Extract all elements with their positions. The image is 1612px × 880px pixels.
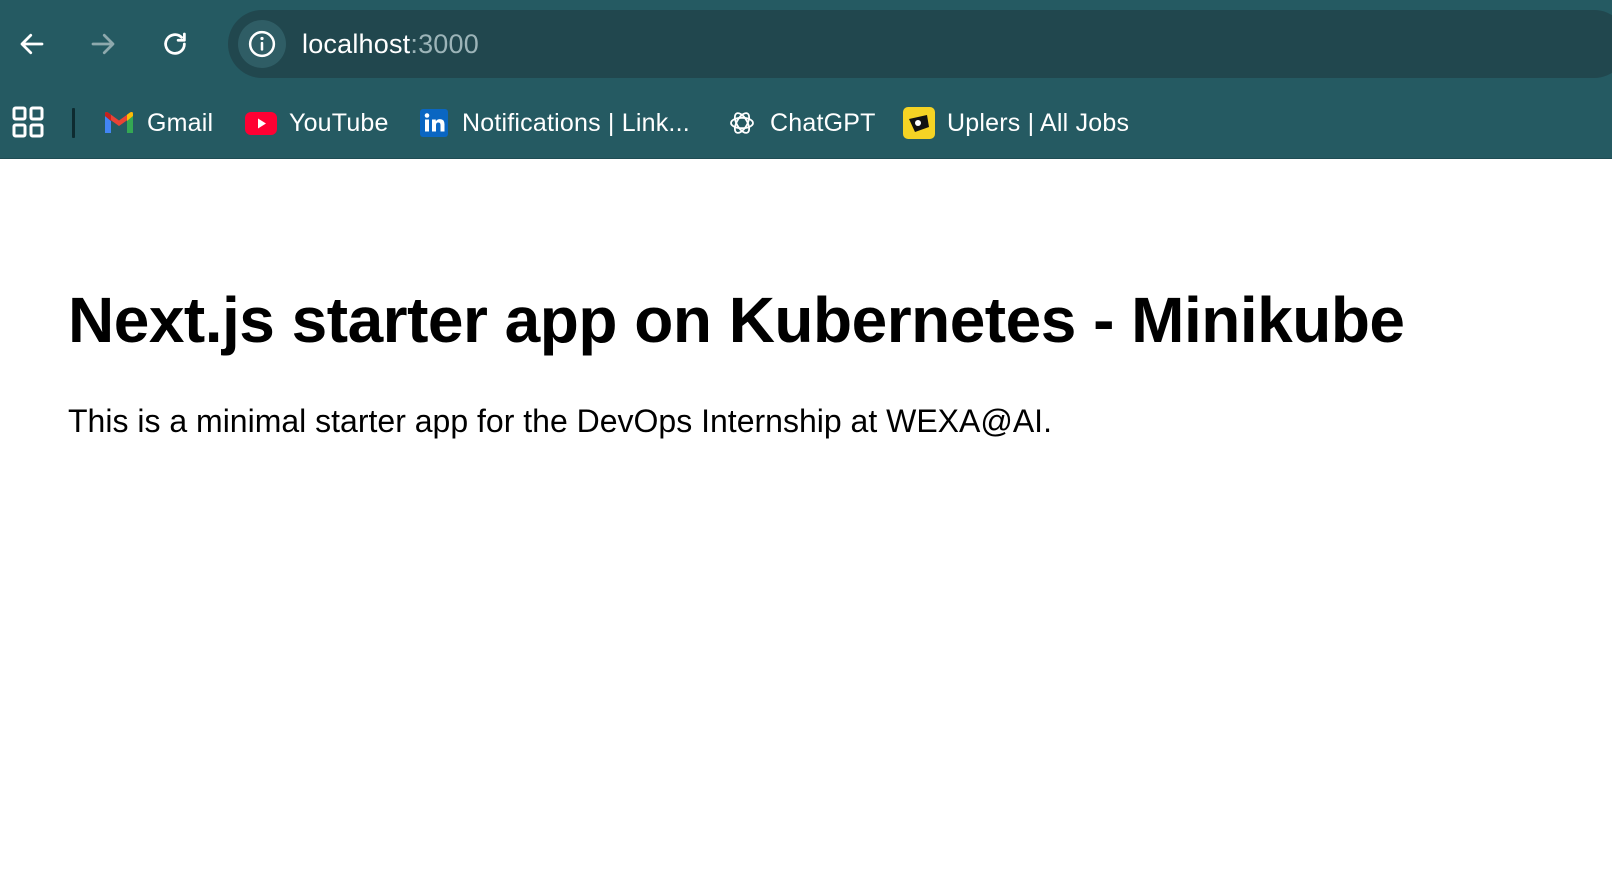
page-content: Next.js starter app on Kubernetes - Mini…	[0, 159, 1612, 880]
uplers-icon	[903, 107, 935, 139]
chatgpt-icon	[726, 107, 758, 139]
url-text[interactable]: localhost:3000	[302, 28, 479, 60]
apps-button[interactable]	[12, 106, 44, 138]
bookmark-label: Uplers | All Jobs	[947, 109, 1130, 137]
browser-chrome: localhost:3000 Gmail YouTube Notificatio…	[0, 0, 1612, 159]
browser-toolbar: localhost:3000	[0, 0, 1612, 88]
bookmarks-separator	[72, 108, 75, 138]
youtube-icon	[245, 107, 277, 139]
bookmark-linkedin[interactable]: Notifications | Link...	[418, 102, 690, 144]
back-button[interactable]	[10, 22, 54, 66]
reload-icon	[164, 32, 186, 55]
bookmark-chatgpt[interactable]: ChatGPT	[726, 102, 876, 144]
page-title: Next.js starter app on Kubernetes - Mini…	[68, 284, 1405, 356]
bookmark-label: YouTube	[289, 109, 389, 137]
bookmark-label: Gmail	[147, 109, 214, 137]
page-description: This is a minimal starter app for the De…	[68, 403, 1052, 439]
bookmark-uplers[interactable]: Uplers | All Jobs	[903, 102, 1129, 144]
gmail-icon	[103, 107, 135, 139]
forward-button[interactable]	[81, 22, 125, 66]
reload-button[interactable]	[153, 22, 197, 66]
apps-grid-icon	[12, 106, 44, 138]
bookmark-label: ChatGPT	[770, 109, 876, 137]
info-icon	[248, 30, 276, 58]
url-host: localhost	[302, 29, 411, 59]
bookmark-label: Notifications | Link...	[462, 109, 690, 137]
bookmark-gmail[interactable]: Gmail	[103, 102, 213, 144]
linkedin-icon	[418, 107, 450, 139]
url-port: :3000	[410, 29, 479, 59]
bookmark-youtube[interactable]: YouTube	[245, 102, 389, 144]
arrow-right-icon	[91, 33, 115, 55]
bookmarks-bar: Gmail YouTube Notifications | Link... Ch…	[0, 92, 1612, 154]
site-info-button[interactable]	[238, 20, 286, 68]
arrow-left-icon	[20, 33, 44, 55]
address-bar[interactable]: localhost:3000	[228, 10, 1612, 78]
